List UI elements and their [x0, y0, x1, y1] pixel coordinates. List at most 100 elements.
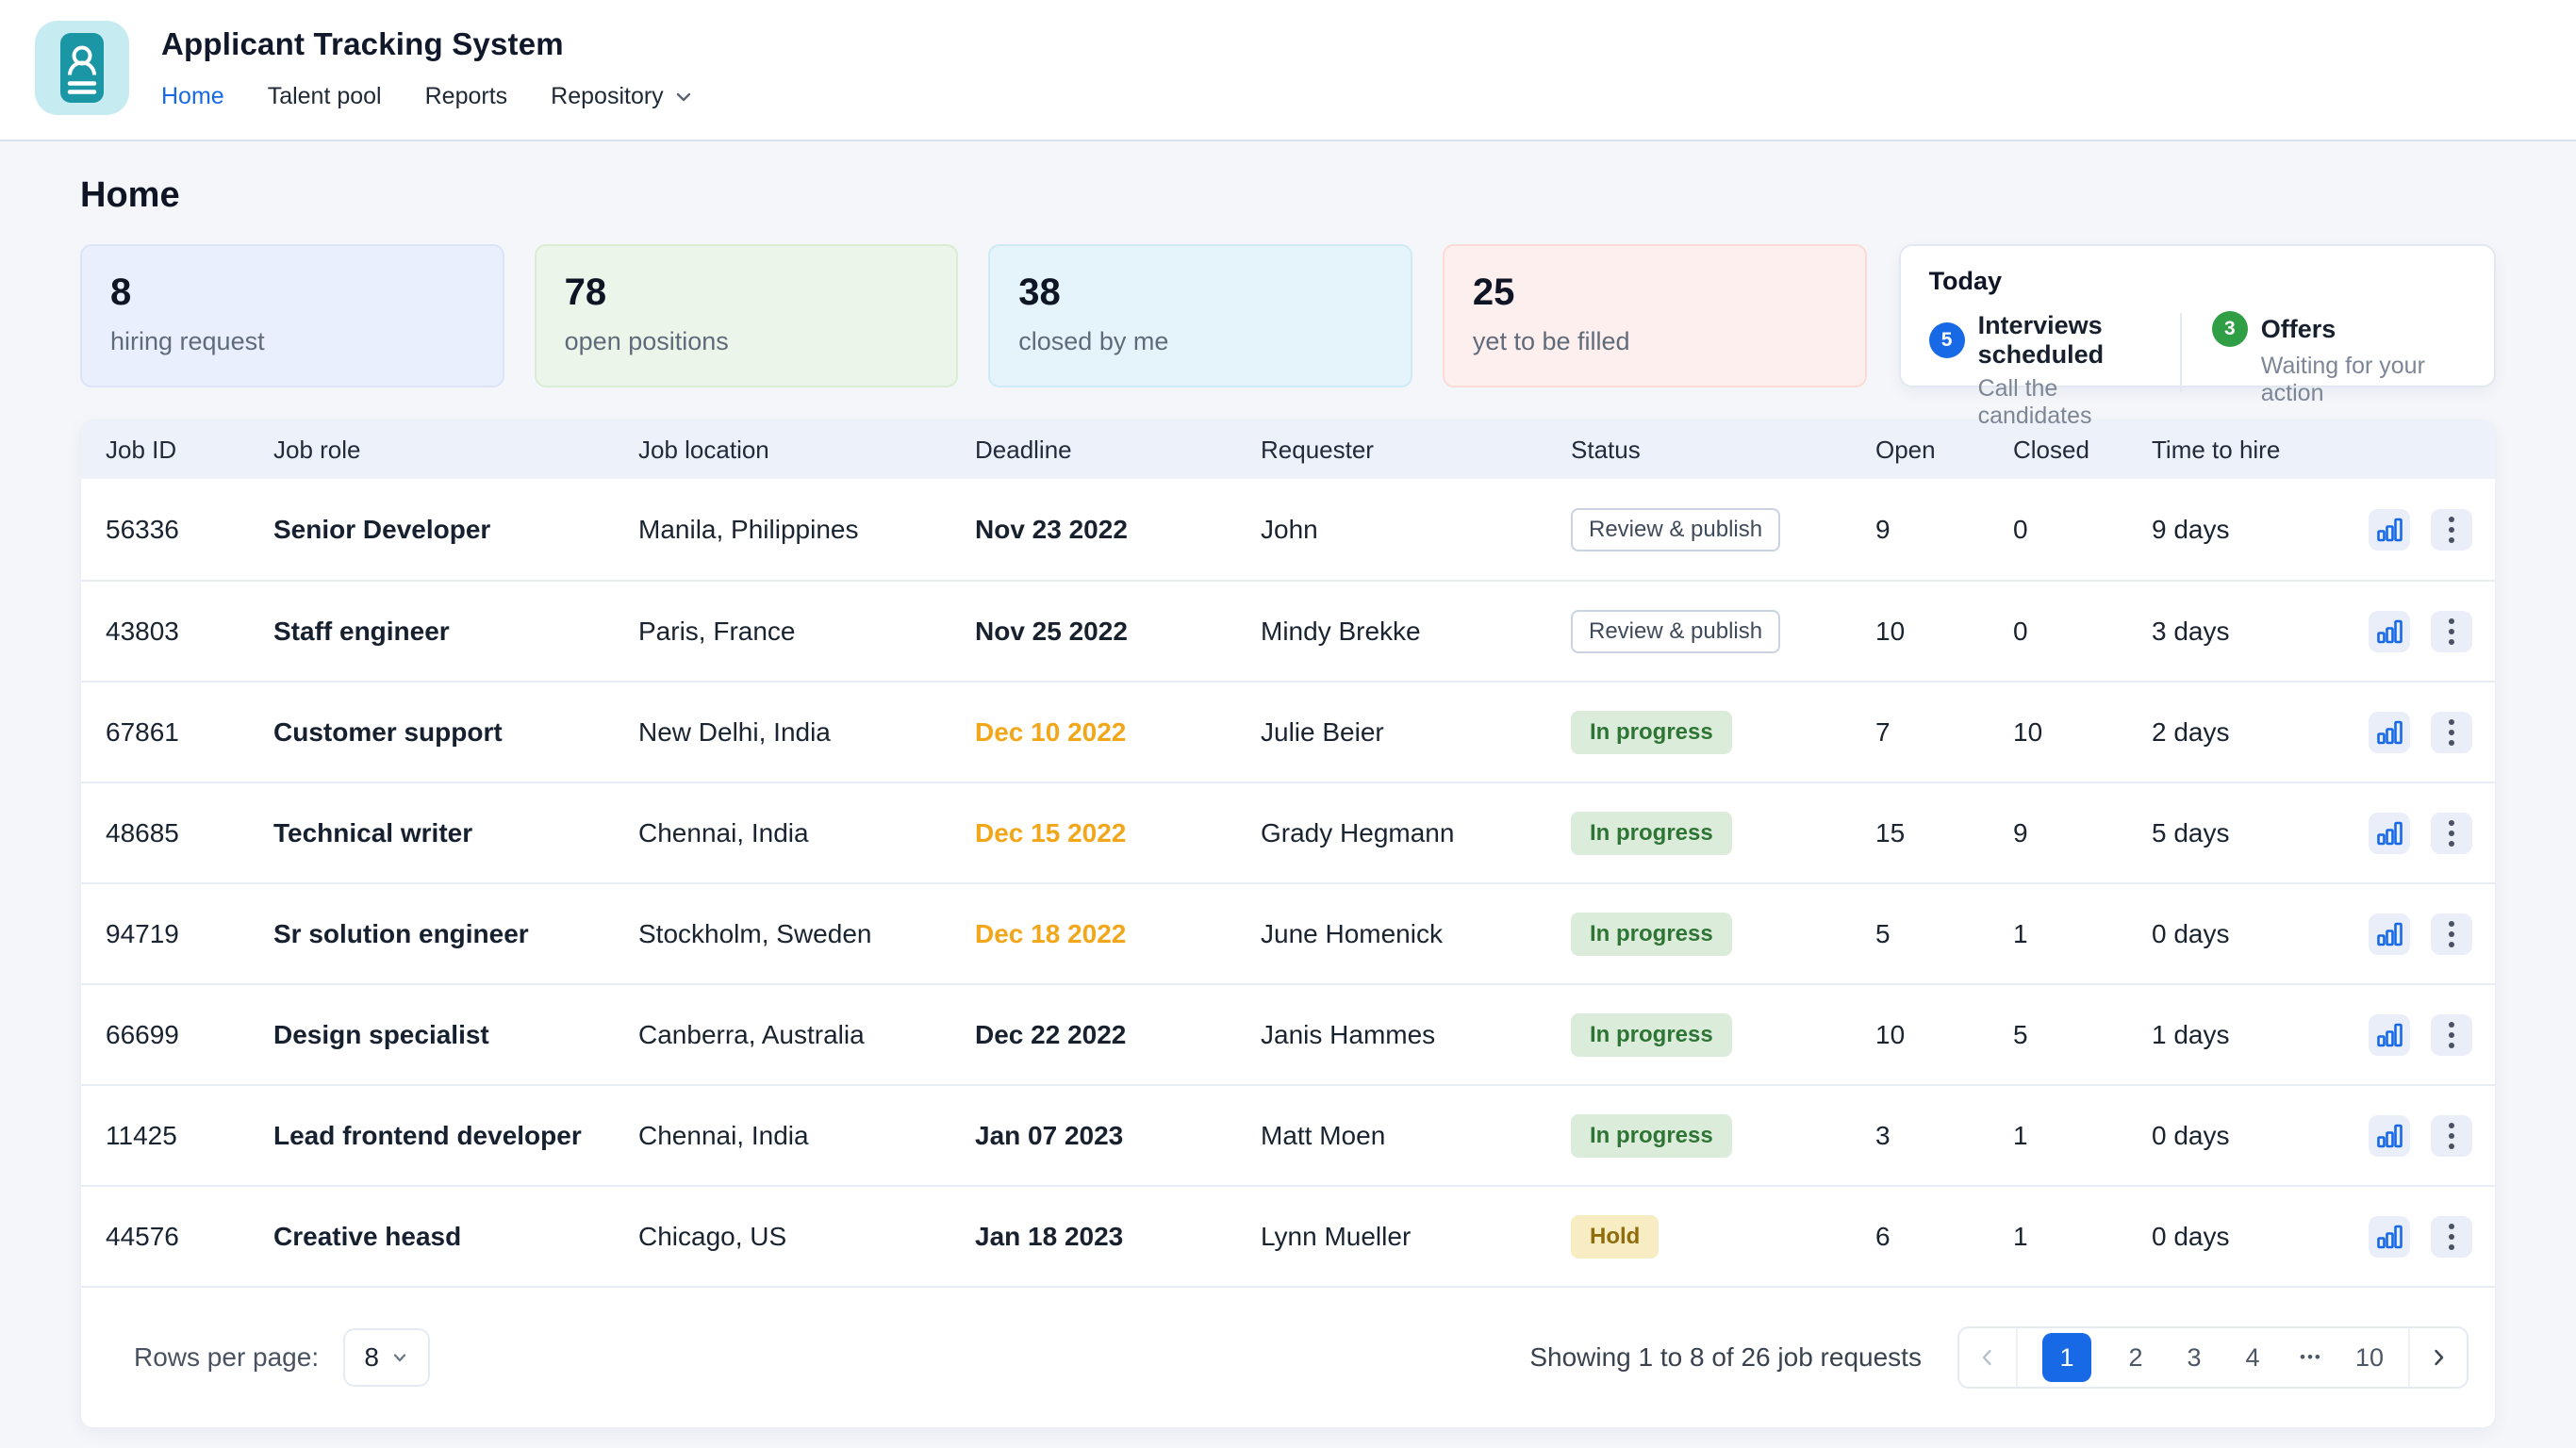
closed-count-cell: 1: [2013, 1222, 2152, 1252]
row-menu-button[interactable]: [2431, 913, 2472, 955]
row-report-button[interactable]: [2369, 1115, 2410, 1157]
job-location-cell: Chicago, US: [638, 1222, 975, 1252]
offers-count-badge: 3: [2212, 311, 2248, 347]
chevron-left-icon: [1977, 1347, 1998, 1368]
row-menu-button[interactable]: [2431, 1216, 2472, 1258]
bar-chart-icon: [2375, 617, 2403, 646]
kebab-menu-icon: [2449, 1022, 2454, 1048]
col-header-job-role: Job role: [273, 436, 638, 465]
status-badge: Hold: [1571, 1215, 1659, 1259]
row-report-button[interactable]: [2369, 913, 2410, 955]
row-menu-button[interactable]: [2431, 1115, 2472, 1157]
page-button-10[interactable]: 10: [2355, 1343, 2384, 1373]
nav-item-home[interactable]: Home: [161, 83, 224, 110]
row-menu-button[interactable]: [2431, 813, 2472, 854]
kebab-menu-icon: [2449, 719, 2454, 746]
status-cell: In progress: [1571, 1114, 1875, 1158]
row-menu-button[interactable]: [2431, 712, 2472, 753]
deadline-cell: Nov 25 2022: [975, 617, 1261, 647]
kebab-menu-icon: [2449, 1123, 2454, 1149]
id-card-person-icon: [35, 21, 129, 115]
deadline-cell: Jan 18 2023: [975, 1222, 1261, 1252]
page-title: Home: [80, 175, 2496, 216]
job-requests-table: Job ID Job role Job location Deadline Re…: [80, 420, 2496, 1428]
job-id-cell: 11425: [106, 1121, 273, 1151]
job-location-cell: Stockholm, Sweden: [638, 919, 975, 949]
deadline-cell: Dec 10 2022: [975, 717, 1261, 748]
stat-label: closed by me: [1018, 327, 1382, 356]
deadline-cell: Dec 15 2022: [975, 818, 1261, 848]
page-button-3[interactable]: 3: [2180, 1343, 2208, 1373]
job-id-cell: 66699: [106, 1020, 273, 1050]
page-button-2[interactable]: 2: [2122, 1343, 2150, 1373]
closed-count-cell: 9: [2013, 818, 2152, 848]
deadline-cell: Jan 07 2023: [975, 1121, 1261, 1151]
page-ellipsis[interactable]: •••: [2297, 1348, 2325, 1367]
col-header-status: Status: [1571, 436, 1875, 465]
row-report-button[interactable]: [2369, 712, 2410, 753]
app-title: Applicant Tracking System: [161, 26, 694, 62]
next-page-button[interactable]: [2408, 1328, 2467, 1387]
job-location-cell: Manila, Philippines: [638, 515, 975, 545]
row-menu-button[interactable]: [2431, 509, 2472, 551]
open-count-cell: 5: [1875, 919, 2013, 949]
row-report-button[interactable]: [2369, 1014, 2410, 1056]
kebab-menu-icon: [2449, 921, 2454, 947]
bar-chart-icon: [2375, 1223, 2403, 1251]
row-report-button[interactable]: [2369, 509, 2410, 551]
main-nav: Home Talent pool Reports Repository: [161, 83, 694, 110]
vertical-divider: [2180, 313, 2182, 392]
today-item-sub: Waiting for your action: [2261, 353, 2466, 407]
row-actions: [2361, 611, 2472, 652]
page-button-4[interactable]: 4: [2238, 1343, 2267, 1373]
today-item-offers: 3 Offers Waiting for your action: [2212, 311, 2466, 407]
table-row: 43803 Staff engineer Paris, France Nov 2…: [81, 580, 2495, 681]
status-cell: In progress: [1571, 913, 1875, 956]
job-location-cell: Chennai, India: [638, 818, 975, 848]
row-report-button[interactable]: [2369, 1216, 2410, 1258]
page-button-1[interactable]: 1: [2042, 1333, 2091, 1382]
requester-cell: Janis Hammes: [1261, 1020, 1571, 1050]
nav-item-reports[interactable]: Reports: [425, 83, 508, 110]
row-menu-button[interactable]: [2431, 611, 2472, 652]
nav-item-repository[interactable]: Repository: [551, 83, 694, 110]
row-actions: [2361, 1014, 2472, 1056]
nav-item-talent-pool[interactable]: Talent pool: [268, 83, 382, 110]
kebab-menu-icon: [2449, 1224, 2454, 1250]
chevron-down-icon: [390, 1348, 409, 1367]
row-report-button[interactable]: [2369, 611, 2410, 652]
stat-card-closed-by-me: 38 closed by me: [988, 244, 1412, 387]
time-to-hire-cell: 0 days: [2152, 919, 2361, 949]
row-actions: [2361, 913, 2472, 955]
requester-cell: Mindy Brekke: [1261, 617, 1571, 647]
today-item-label: Interviews scheduled: [1978, 311, 2176, 370]
previous-page-button[interactable]: [1959, 1328, 2018, 1387]
job-location-cell: Canberra, Australia: [638, 1020, 975, 1050]
job-role-cell: Lead frontend developer: [273, 1121, 638, 1151]
col-header-requester: Requester: [1261, 436, 1571, 465]
row-menu-button[interactable]: [2431, 1014, 2472, 1056]
table-row: 56336 Senior Developer Manila, Philippin…: [81, 479, 2495, 580]
col-header-open: Open: [1875, 436, 2013, 465]
rows-per-page-select[interactable]: 8: [343, 1328, 430, 1387]
bar-chart-icon: [2375, 1021, 2403, 1049]
row-actions: [2361, 1115, 2472, 1157]
kebab-menu-icon: [2449, 618, 2454, 645]
app-logo: [35, 21, 129, 115]
time-to-hire-cell: 1 days: [2152, 1020, 2361, 1050]
status-cell: Hold: [1571, 1215, 1875, 1259]
open-count-cell: 3: [1875, 1121, 2013, 1151]
job-location-cell: New Delhi, India: [638, 717, 975, 748]
stat-card-open-positions: 78 open positions: [535, 244, 959, 387]
deadline-cell: Dec 18 2022: [975, 919, 1261, 949]
table-row: 48685 Technical writer Chennai, India De…: [81, 782, 2495, 882]
applicant-tracking-app: Applicant Tracking System Home Talent po…: [0, 0, 2576, 1448]
row-actions: [2361, 712, 2472, 753]
results-summary: Showing 1 to 8 of 26 job requests: [1529, 1342, 1922, 1373]
status-badge: Review & publish: [1571, 610, 1780, 653]
time-to-hire-cell: 2 days: [2152, 717, 2361, 748]
closed-count-cell: 0: [2013, 617, 2152, 647]
row-report-button[interactable]: [2369, 813, 2410, 854]
status-badge: In progress: [1571, 711, 1732, 754]
open-count-cell: 15: [1875, 818, 2013, 848]
